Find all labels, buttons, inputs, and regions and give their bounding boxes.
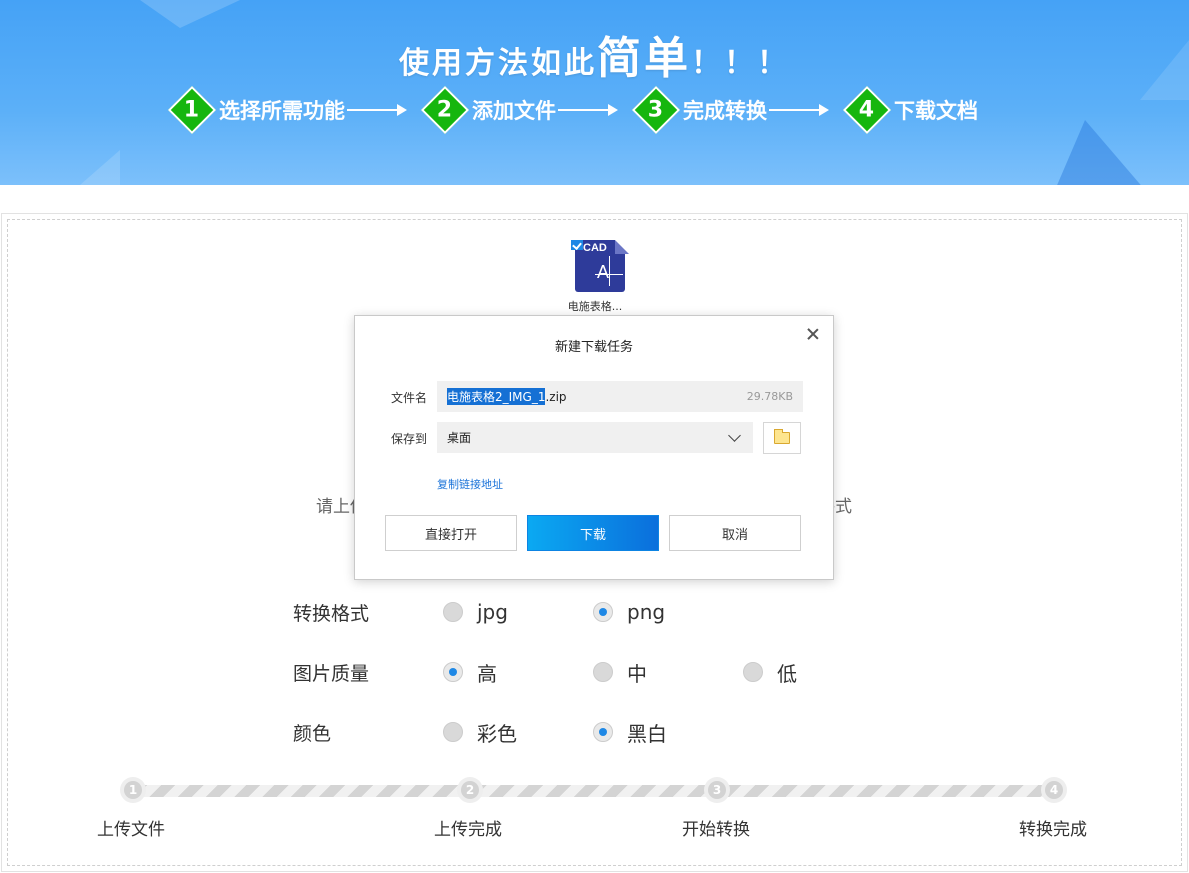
arrow-right-icon: [769, 104, 829, 116]
new-download-dialog: 新建下载任务 文件名 电施表格2_IMG_1 .zip 29.78KB 保存到 桌…: [354, 315, 834, 580]
decor-triangle: [80, 150, 120, 185]
progress-node-3: 3: [704, 777, 730, 803]
step-number-badge: 3: [631, 85, 681, 135]
download-button[interactable]: 下载: [527, 515, 659, 551]
radio-button[interactable]: [443, 722, 463, 742]
progress-label: 开始转换: [682, 820, 750, 840]
filename-input[interactable]: 电施表格2_IMG_1 .zip 29.78KB: [437, 381, 803, 412]
file-type-badge: CAD: [583, 242, 607, 254]
filename-label: 文件名: [391, 391, 428, 405]
quality-option-row: 图片质量 高 中 低: [293, 657, 893, 687]
progress-label: 上传完成: [434, 820, 502, 840]
step-number-badge: 2: [420, 85, 470, 135]
progress-node-4: 4: [1041, 777, 1067, 803]
usage-steps: 1 选择所需功能 2 添加文件 3 完成转换 4 下载文档: [167, 85, 978, 135]
dialog-title: 新建下载任务: [554, 340, 633, 355]
filename-extension: .zip: [545, 389, 567, 404]
browse-folder-button[interactable]: [763, 422, 801, 454]
open-directly-button[interactable]: 直接打开: [385, 515, 517, 551]
uploaded-file-tile[interactable]: CAD A 电施表格...: [562, 240, 629, 314]
format-option-jpg[interactable]: jpg: [443, 600, 593, 624]
option-title: 转换格式: [293, 602, 370, 625]
banner-headline: 使用方法如此简单！！！: [0, 22, 1189, 86]
saveto-label: 保存到: [391, 432, 428, 446]
arrow-right-icon: [558, 104, 618, 116]
top-banner: 使用方法如此简单！！！ 1 选择所需功能 2 添加文件 3 完成转换 4 下载文…: [0, 0, 1189, 185]
filename-selected-text: 电施表格2_IMG_1: [447, 388, 546, 405]
radio-button[interactable]: [743, 662, 763, 682]
step-label: 完成转换: [683, 99, 767, 123]
option-title: 图片质量: [293, 662, 370, 685]
headline-suffix: ！！！: [691, 46, 790, 81]
close-icon[interactable]: [805, 326, 821, 342]
step-number-badge: 4: [842, 85, 892, 135]
quality-option-medium[interactable]: 中: [593, 658, 743, 687]
cancel-button[interactable]: 取消: [669, 515, 801, 551]
color-option-color[interactable]: 彩色: [443, 718, 593, 747]
progress-track: [133, 785, 1055, 797]
color-option-bw[interactable]: 黑白: [593, 718, 743, 747]
copy-link-address[interactable]: 复制链接地址: [437, 476, 503, 492]
radio-button[interactable]: [593, 662, 613, 682]
saveto-value: 桌面: [447, 431, 472, 445]
step-label: 选择所需功能: [219, 99, 345, 123]
progress-label: 上传文件: [97, 820, 165, 840]
quality-option-low[interactable]: 低: [743, 658, 893, 687]
headline-prefix: 使用方法如此: [399, 46, 597, 81]
progress-label: 转换完成: [1019, 820, 1087, 840]
step-label: 下载文档: [894, 99, 978, 123]
headline-emphasis: 简单: [597, 33, 691, 84]
cad-file-icon: CAD A: [569, 240, 629, 292]
usage-step-1: 1 选择所需功能: [167, 85, 421, 135]
radio-button-selected[interactable]: [593, 602, 613, 622]
option-title: 颜色: [293, 722, 332, 745]
progress-node-2: 2: [457, 777, 483, 803]
format-option-png[interactable]: png: [593, 600, 743, 624]
chevron-down-icon: [728, 428, 741, 442]
step-number-badge: 1: [167, 85, 217, 135]
usage-step-2: 2 添加文件: [420, 85, 632, 135]
file-size: 29.78KB: [746, 390, 793, 403]
file-name: 电施表格...: [567, 300, 623, 313]
checkmark-icon: [571, 240, 583, 250]
quality-option-high[interactable]: 高: [443, 658, 593, 687]
radio-button[interactable]: [443, 602, 463, 622]
folder-icon: [774, 429, 790, 444]
saveto-dropdown[interactable]: 桌面: [437, 422, 753, 453]
color-option-row: 颜色 彩色 黑白: [293, 717, 743, 747]
step-label: 添加文件: [472, 99, 556, 123]
usage-step-4: 4 下载文档: [842, 85, 978, 135]
format-option-row: 转换格式 jpg png: [293, 597, 743, 627]
arrow-right-icon: [347, 104, 407, 116]
progress-node-1: 1: [120, 777, 146, 803]
radio-button-selected[interactable]: [593, 722, 613, 742]
usage-step-3: 3 完成转换: [631, 85, 843, 135]
decor-triangle: [1055, 120, 1145, 185]
radio-button-selected[interactable]: [443, 662, 463, 682]
